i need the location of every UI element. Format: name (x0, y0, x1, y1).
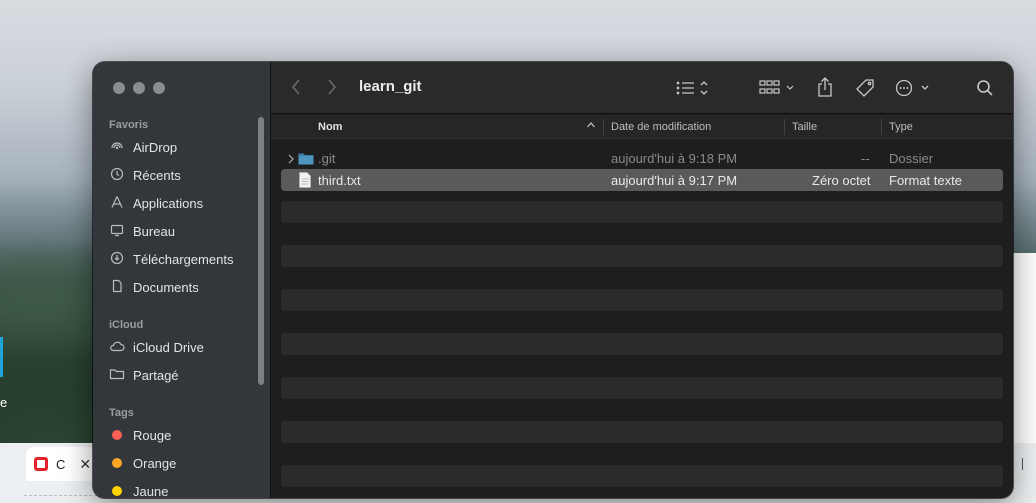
empty-row-stripe (281, 289, 1003, 311)
column-divider[interactable] (603, 119, 604, 135)
sidebar-item-label: Récents (133, 167, 181, 183)
zoom-window-button[interactable] (153, 82, 165, 94)
sidebar-item-label: Jaune (133, 483, 169, 499)
desktop-left-text: e (0, 395, 8, 410)
empty-row-stripe (281, 201, 1003, 223)
sidebar-item-applications[interactable]: Applications (109, 192, 259, 214)
sidebar-item-label: Téléchargements (133, 251, 234, 267)
list-view-icon[interactable] (676, 79, 712, 102)
shared-folder-icon (109, 368, 125, 383)
file-date: aujourd'hui à 9:17 PM (611, 173, 738, 188)
column-header-size[interactable]: Taille (792, 121, 817, 133)
sidebar-item-label: Documents (133, 279, 199, 295)
sidebar-item-downloads[interactable]: Téléchargements (109, 248, 259, 270)
file-date: aujourd'hui à 9:18 PM (611, 151, 738, 166)
file-size: -- (861, 151, 870, 166)
column-header: Nom Date de modification Taille Type (271, 115, 1013, 139)
background-window-edge (1012, 253, 1036, 443)
file-type: Format texte (889, 173, 962, 188)
applications-icon (109, 195, 125, 212)
column-header-type[interactable]: Type (889, 121, 913, 133)
browser-tab-close-icon[interactable]: ✕ (79, 456, 91, 473)
window-controls (113, 82, 165, 94)
column-header-date[interactable]: Date de modification (611, 121, 711, 133)
empty-row-stripe (281, 333, 1003, 355)
column-header-name[interactable]: Nom (318, 121, 342, 133)
search-icon[interactable] (976, 79, 994, 102)
sidebar-tag-jaune[interactable]: Jaune (109, 480, 259, 498)
sidebar-item-partage[interactable]: Partagé (109, 364, 259, 386)
sidebar-item-airdrop[interactable]: AirDrop (109, 136, 259, 158)
sidebar-item-bureau[interactable]: Bureau (109, 220, 259, 242)
sidebar-section-favorites: Favoris (109, 119, 149, 131)
finder-toolbar: learn_git (271, 62, 1013, 114)
airdrop-icon (109, 139, 125, 156)
sidebar-item-label: Partagé (133, 367, 179, 383)
file-row-third-txt[interactable]: third.txt aujourd'hui à 9:17 PM Zéro oct… (281, 169, 1003, 191)
finder-window: Favoris AirDrop Récents Applications Bur… (93, 62, 1013, 498)
empty-row-stripe (281, 377, 1003, 399)
sidebar-item-recents[interactable]: Récents (109, 164, 259, 186)
finder-sidebar: Favoris AirDrop Récents Applications Bur… (93, 62, 271, 498)
file-name: .git (318, 151, 336, 166)
finder-main-pane: learn_git Nom Date de modification Taill… (271, 62, 1013, 498)
group-grid-icon[interactable] (759, 79, 797, 102)
file-list: .git aujourd'hui à 9:18 PM -- Dossier th… (281, 147, 1003, 487)
clock-icon (109, 167, 125, 184)
browser-tab-logo-icon (34, 457, 48, 471)
browser-tab-label: C (56, 456, 66, 472)
chevron-left-icon[interactable] (291, 78, 301, 101)
column-divider[interactable] (784, 119, 785, 135)
sidebar-item-label: Applications (133, 195, 204, 211)
file-size: Zéro octet (812, 173, 871, 188)
file-name: third.txt (318, 173, 361, 188)
sidebar-item-documents[interactable]: Documents (109, 276, 259, 298)
column-divider[interactable] (881, 119, 882, 135)
tag-icon[interactable] (855, 78, 875, 103)
file-row-git[interactable]: .git aujourd'hui à 9:18 PM -- Dossier (281, 147, 1003, 169)
download-icon (109, 251, 125, 268)
sidebar-item-label: iCloud Drive (133, 339, 204, 355)
file-type: Dossier (889, 151, 934, 166)
browser-tab[interactable]: C ✕ (26, 447, 96, 481)
empty-row-stripe (281, 421, 1003, 443)
sidebar-tag-rouge[interactable]: Rouge (109, 424, 259, 446)
close-window-button[interactable] (113, 82, 125, 94)
more-actions-icon[interactable] (895, 79, 933, 102)
folder-icon (298, 152, 314, 168)
sidebar-item-label: AirDrop (133, 139, 178, 155)
sidebar-item-label: Bureau (133, 223, 175, 239)
sidebar-tag-orange[interactable]: Orange (109, 452, 259, 474)
browser-divider (1022, 458, 1030, 470)
empty-row-stripe (281, 245, 1003, 267)
document-icon (109, 279, 125, 296)
sidebar-item-icloud-drive[interactable]: iCloud Drive (109, 336, 259, 358)
chevron-right-icon[interactable] (327, 78, 337, 101)
folder-title: learn_git (359, 78, 422, 95)
tag-color-dot-icon (109, 428, 125, 443)
sidebar-scrollbar[interactable] (258, 117, 264, 385)
sidebar-section-icloud: iCloud (109, 319, 144, 331)
cloud-icon (109, 340, 125, 355)
tag-color-dot-icon (109, 484, 125, 499)
sidebar-item-label: Orange (133, 455, 177, 471)
text-file-icon (299, 172, 311, 191)
sidebar-section-tags: Tags (109, 407, 134, 419)
share-icon[interactable] (816, 76, 834, 103)
disclosure-triangle-icon[interactable] (287, 152, 295, 167)
sort-ascending-icon[interactable] (586, 120, 596, 133)
tag-color-dot-icon (109, 456, 125, 471)
desktop-left-widget-edge (0, 337, 3, 377)
desktop-icon (109, 223, 125, 240)
minimize-window-button[interactable] (133, 82, 145, 94)
empty-row-stripe (281, 465, 1003, 487)
sidebar-item-label: Rouge (133, 427, 172, 443)
